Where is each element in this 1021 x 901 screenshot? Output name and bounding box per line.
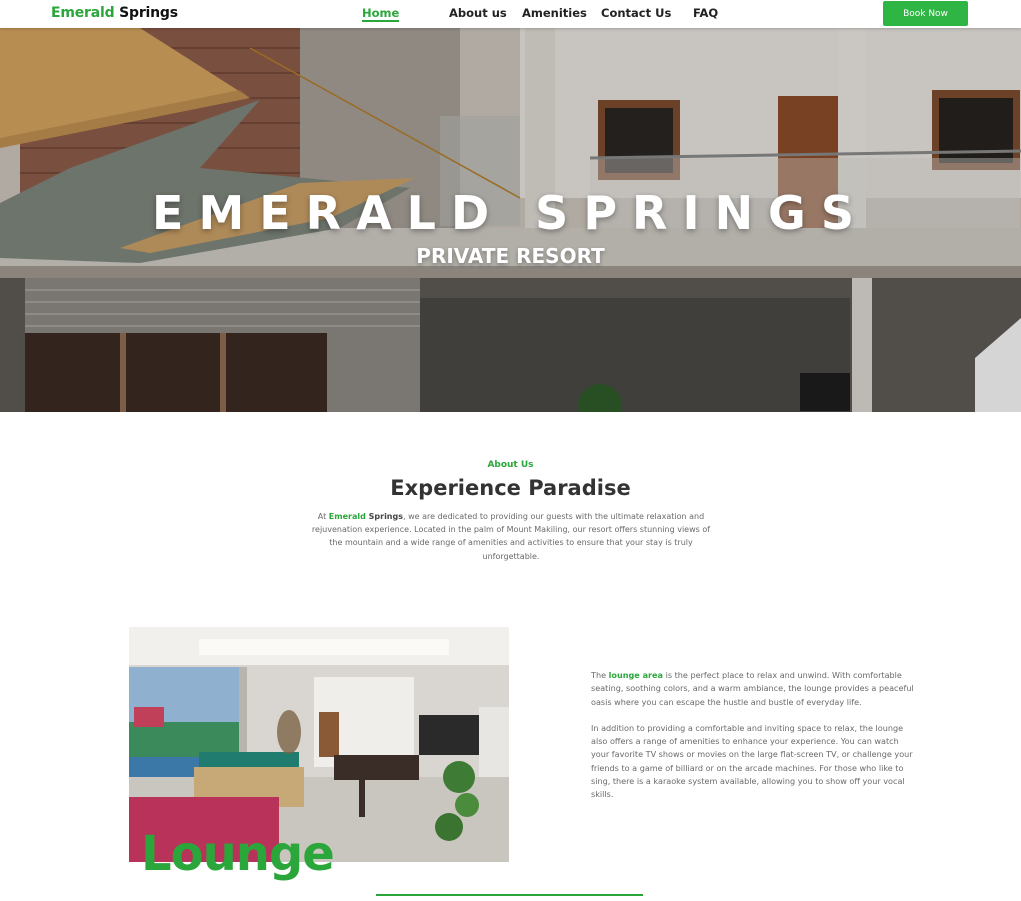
about-paragraph: At Emerald Springs, we are dedicated to … <box>306 510 716 563</box>
lounge-paragraph-2: In addition to providing a comfortable a… <box>591 722 913 800</box>
nav-about-us[interactable]: About us <box>449 6 507 20</box>
hero-banner: EMERALD SPRINGS PRIVATE RESORT <box>0 28 1021 412</box>
nav-faq[interactable]: FAQ <box>693 6 718 20</box>
about-brand-springs: Springs <box>365 512 403 521</box>
lounge-area-highlight: lounge area <box>608 670 664 680</box>
section-divider <box>376 894 643 896</box>
about-label: About Us <box>487 460 534 470</box>
site-logo[interactable]: Emerald Springs <box>51 5 178 21</box>
about-heading: Experience Paradise <box>390 476 631 500</box>
hero-title: EMERALD SPRINGS <box>152 186 869 240</box>
lounge-title: Lounge <box>141 826 335 882</box>
hero-subtitle: PRIVATE RESORT <box>416 244 605 268</box>
navbar: Emerald Springs Home About us Amenities … <box>0 0 1021 28</box>
logo-word-springs: Springs <box>119 5 178 21</box>
lounge-p1-prefix: The <box>591 670 609 680</box>
book-now-button[interactable]: Book Now <box>883 1 968 26</box>
about-text-prefix: At <box>317 512 329 521</box>
lounge-paragraph-1: The lounge area is the perfect place to … <box>591 669 917 709</box>
nav-amenities[interactable]: Amenities <box>522 6 587 20</box>
about-brand-emerald: Emerald <box>328 512 366 521</box>
logo-word-emerald: Emerald <box>51 5 115 21</box>
nav-contact-us[interactable]: Contact Us <box>601 6 671 20</box>
lounge-description: The lounge area is the perfect place to … <box>591 669 917 802</box>
nav-home[interactable]: Home <box>362 6 400 22</box>
